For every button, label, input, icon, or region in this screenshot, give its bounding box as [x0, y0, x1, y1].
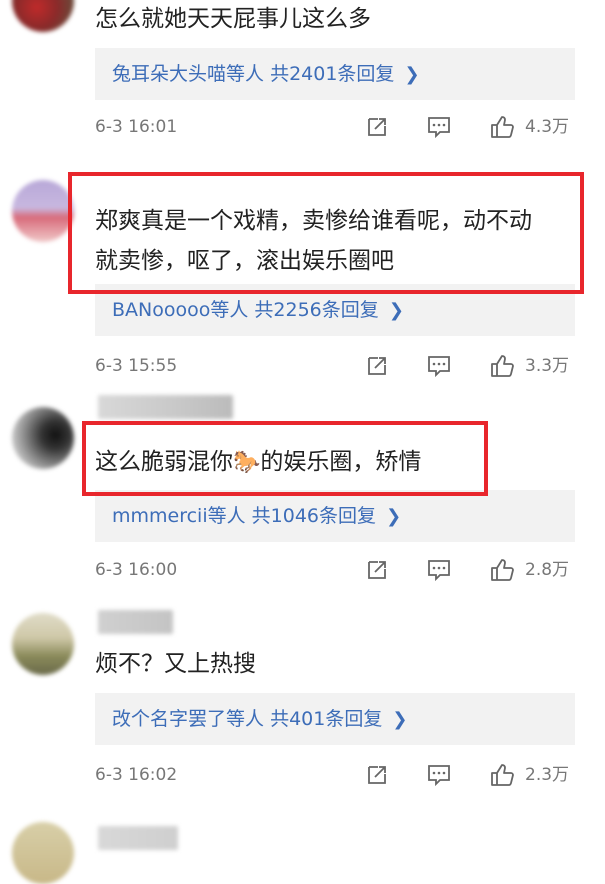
username-blurred[interactable] — [98, 826, 178, 850]
comment-meta: 6-3 15:55 3.3万 — [95, 351, 585, 381]
reply-users: mmmercii等人 — [112, 505, 246, 527]
comment-meta: 6-3 16:02 2.3万 — [95, 760, 585, 790]
username-blurred[interactable] — [98, 610, 173, 634]
avatar[interactable] — [12, 0, 74, 32]
reply-users: 改个名字罢了等人 — [112, 708, 265, 730]
comment-text: 怎么就她天天屁事儿这么多 — [95, 6, 371, 32]
reply-summary[interactable]: mmmercii等人 共1046条回复 ❯ — [95, 490, 575, 542]
username-blurred[interactable] — [98, 395, 233, 419]
reply-count: 共2401条回复 — [270, 63, 395, 85]
reply-users: 兔耳朵大头喵等人 — [112, 63, 265, 85]
chevron-right-icon: ❯ — [392, 709, 408, 730]
comment-5 — [0, 818, 605, 884]
share-icon[interactable] — [365, 115, 389, 139]
comment-4: 烦不？又上热搜 改个名字罢了等人 共401条回复 ❯ 6-3 16:02 2.3… — [0, 605, 605, 805]
highlight-frame — [82, 421, 488, 496]
like-count: 3.3万 — [525, 356, 570, 376]
comment-time: 6-3 16:00 — [95, 560, 178, 580]
share-icon[interactable] — [365, 763, 389, 787]
comment-1: 怎么就她天天屁事儿这么多 兔耳朵大头喵等人 共2401条回复 ❯ 6-3 16:… — [0, 0, 605, 160]
highlight-frame — [68, 172, 584, 294]
reply-summary[interactable]: 兔耳朵大头喵等人 共2401条回复 ❯ — [95, 48, 575, 100]
comment-icon[interactable] — [427, 354, 451, 378]
reply-count: 共2256条回复 — [254, 299, 379, 321]
thumbs-up-icon[interactable] — [490, 763, 514, 787]
comment-icon[interactable] — [427, 115, 451, 139]
avatar[interactable] — [12, 822, 74, 884]
comment-text: 烦不？又上热搜 — [95, 651, 256, 677]
avatar[interactable] — [12, 407, 74, 469]
like-count: 2.3万 — [525, 765, 570, 785]
comment-icon[interactable] — [427, 558, 451, 582]
comment-time: 6-3 16:01 — [95, 117, 178, 137]
thumbs-up-icon[interactable] — [490, 115, 514, 139]
thumbs-up-icon[interactable] — [490, 558, 514, 582]
like-count: 2.8万 — [525, 560, 570, 580]
avatar[interactable] — [12, 613, 74, 675]
share-icon[interactable] — [365, 558, 389, 582]
reply-summary[interactable]: 改个名字罢了等人 共401条回复 ❯ — [95, 693, 575, 745]
comment-time: 6-3 15:55 — [95, 356, 178, 376]
like-count: 4.3万 — [525, 117, 570, 137]
comment-meta: 6-3 16:00 2.8万 — [95, 555, 585, 585]
comment-meta: 6-3 16:01 4.3万 — [95, 112, 585, 142]
reply-count: 共1046条回复 — [251, 505, 377, 527]
reply-users: BANooooo等人 — [112, 299, 249, 321]
comment-time: 6-3 16:02 — [95, 765, 178, 785]
chevron-right-icon: ❯ — [388, 300, 404, 321]
comment-icon[interactable] — [427, 763, 451, 787]
reply-count: 共401条回复 — [270, 708, 383, 730]
share-icon[interactable] — [365, 354, 389, 378]
chevron-right-icon: ❯ — [404, 64, 420, 85]
thumbs-up-icon[interactable] — [490, 354, 514, 378]
avatar[interactable] — [12, 180, 74, 242]
chevron-right-icon: ❯ — [386, 506, 402, 527]
